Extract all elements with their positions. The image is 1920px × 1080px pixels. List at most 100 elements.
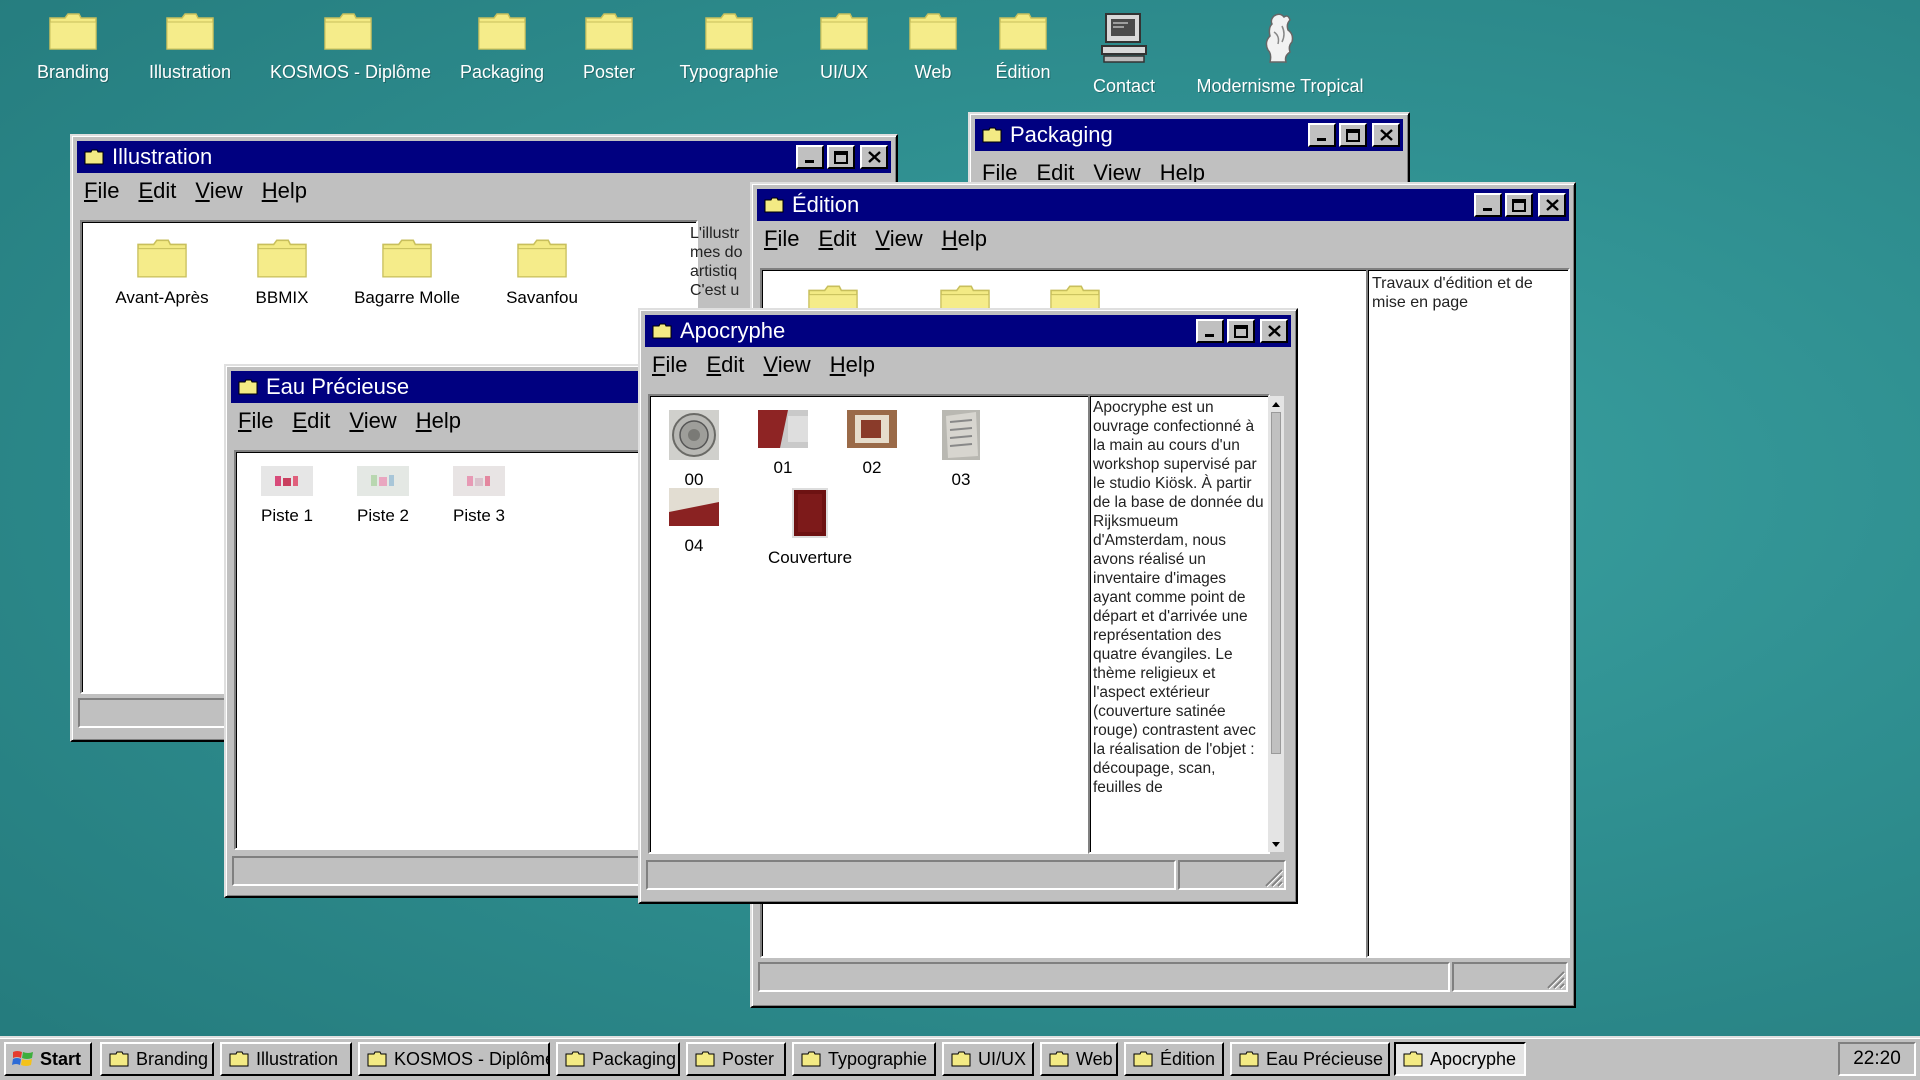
folder-icon [517, 239, 567, 278]
folder-description: L'illustr mes do artistiq C'est u [690, 225, 743, 299]
titlebar[interactable]: Apocryphe [645, 315, 1291, 347]
taskbar-button-illustration[interactable]: Illustration [220, 1042, 352, 1076]
file-item-piste-2[interactable]: Piste 2 [338, 466, 428, 526]
image-thumbnail [669, 410, 719, 460]
close-icon [1545, 199, 1559, 211]
scroll-up-button[interactable] [1268, 396, 1284, 412]
window-apocryphe[interactable]: Apocryphe File Edit View Help 00 01 02 0… [638, 308, 1298, 904]
taskbar-button-web[interactable]: Web [1040, 1042, 1118, 1076]
menubar: File Edit View Help [764, 226, 1006, 252]
menu-edit[interactable]: Edit [292, 408, 330, 434]
folder-icon [367, 1051, 387, 1067]
menu-file[interactable]: File [764, 226, 799, 252]
image-item-03[interactable]: 03 [931, 410, 991, 490]
desktop-icon-illustration[interactable]: Illustration [125, 12, 255, 83]
desktop-icon-contact[interactable]: Contact [1059, 12, 1189, 97]
minimize-button[interactable] [1308, 123, 1336, 147]
menu-file[interactable]: File [84, 178, 119, 204]
menu-file[interactable]: File [652, 352, 687, 378]
taskbar-button-typographie[interactable]: Typographie [792, 1042, 936, 1076]
desktop-icon-label: KOSMOS - Diplôme [270, 62, 432, 82]
minimize-icon [1317, 138, 1326, 141]
taskbar-button-edition[interactable]: Édition [1124, 1042, 1224, 1076]
image-item-label: 01 [773, 458, 793, 477]
menu-edit[interactable]: Edit [818, 226, 856, 252]
titlebar[interactable]: Packaging [975, 119, 1403, 151]
image-item-01[interactable]: 01 [753, 410, 813, 478]
folder-item-bbmix[interactable]: BBMIX [237, 238, 327, 308]
image-item-couverture[interactable]: Couverture [750, 488, 870, 568]
taskbar-button-poster[interactable]: Poster [686, 1042, 786, 1076]
close-icon [867, 151, 881, 163]
desktop-icon-kosmos[interactable]: KOSMOS - Diplôme [270, 12, 431, 83]
image-item-label: 00 [684, 470, 704, 489]
taskbar-button-packaging[interactable]: Packaging [556, 1042, 680, 1076]
window-eau-precieuse[interactable]: Eau Précieuse File Edit View Help Piste … [224, 364, 648, 898]
maximize-button[interactable] [827, 145, 855, 169]
close-button[interactable] [1538, 193, 1566, 217]
maximize-icon [834, 150, 848, 164]
menu-file[interactable]: File [238, 408, 273, 434]
taskbar-button-kosmos[interactable]: KOSMOS - Diplôme [358, 1042, 550, 1076]
menu-edit[interactable]: Edit [138, 178, 176, 204]
menu-view[interactable]: View [195, 178, 242, 204]
window-title: Apocryphe [680, 318, 786, 343]
close-button[interactable] [1260, 319, 1288, 343]
image-item-04[interactable]: 04 [664, 488, 724, 556]
titlebar[interactable]: Eau Précieuse [231, 371, 641, 403]
menu-help[interactable]: Help [942, 226, 987, 252]
folder-item-savanfou[interactable]: Savanfou [482, 238, 602, 308]
window-title: Édition [792, 192, 860, 217]
file-item-piste-1[interactable]: Piste 1 [242, 466, 332, 526]
menu-view[interactable]: View [763, 352, 810, 378]
desktop-icon-label: Branding [36, 62, 110, 82]
taskbar-button-branding[interactable]: Branding [100, 1042, 214, 1076]
titlebar[interactable]: Édition [757, 189, 1569, 221]
menu-help[interactable]: Help [830, 352, 875, 378]
image-thumbnail [669, 488, 719, 526]
maximize-button[interactable] [1505, 193, 1533, 217]
resize-grip-icon[interactable] [1262, 866, 1284, 888]
folder-item-avant-apres[interactable]: Avant-Après [102, 238, 222, 308]
resize-grip-icon[interactable] [1544, 968, 1566, 990]
minimize-button[interactable] [1474, 193, 1502, 217]
image-item-00[interactable]: 00 [664, 410, 724, 490]
folder-icon [652, 323, 672, 339]
file-item-piste-3[interactable]: Piste 3 [434, 466, 524, 526]
scrollbar[interactable] [1268, 396, 1284, 852]
minimize-button[interactable] [1196, 319, 1224, 343]
system-clock[interactable]: 22:20 [1838, 1042, 1916, 1076]
desktop-icon-poster[interactable]: Poster [544, 12, 674, 83]
close-icon [1379, 129, 1393, 141]
window-title: Illustration [112, 144, 213, 169]
menu-edit[interactable]: Edit [706, 352, 744, 378]
image-thumbnail [942, 410, 980, 460]
folder-icon [49, 13, 97, 50]
image-item-02[interactable]: 02 [842, 410, 902, 478]
close-button[interactable] [860, 145, 888, 169]
minimize-button[interactable] [796, 145, 824, 169]
maximize-button[interactable] [1339, 123, 1367, 147]
taskbar-button-label: KOSMOS - Diplôme [394, 1048, 550, 1069]
close-button[interactable] [1372, 123, 1400, 147]
taskbar-button-eau-precieuse[interactable]: Eau Précieuse [1230, 1042, 1390, 1076]
taskbar-button-apocryphe[interactable]: Apocryphe [1394, 1042, 1526, 1076]
image-item-label: Couverture [767, 548, 853, 567]
scroll-down-button[interactable] [1268, 836, 1284, 852]
menu-view[interactable]: View [349, 408, 396, 434]
scroll-thumb[interactable] [1271, 412, 1281, 754]
menu-help[interactable]: Help [262, 178, 307, 204]
folder-item-bagarre-molle[interactable]: Bagarre Molle [342, 238, 472, 308]
desktop-icon-typographie[interactable]: Typographie [664, 12, 794, 83]
maximize-button[interactable] [1227, 319, 1255, 343]
folder-icon [801, 1051, 821, 1067]
titlebar[interactable]: Illustration [77, 141, 891, 173]
start-button[interactable]: Start [4, 1042, 92, 1076]
menu-help[interactable]: Help [416, 408, 461, 434]
statusbar-right [1452, 962, 1568, 992]
desktop-icon-modernisme-tropical[interactable]: Modernisme Tropical [1190, 12, 1370, 97]
menu-view[interactable]: View [875, 226, 922, 252]
taskbar-button-uiux[interactable]: UI/UX [942, 1042, 1034, 1076]
windows-logo-icon [12, 1051, 33, 1066]
desktop-icon-branding[interactable]: Branding [8, 12, 138, 83]
